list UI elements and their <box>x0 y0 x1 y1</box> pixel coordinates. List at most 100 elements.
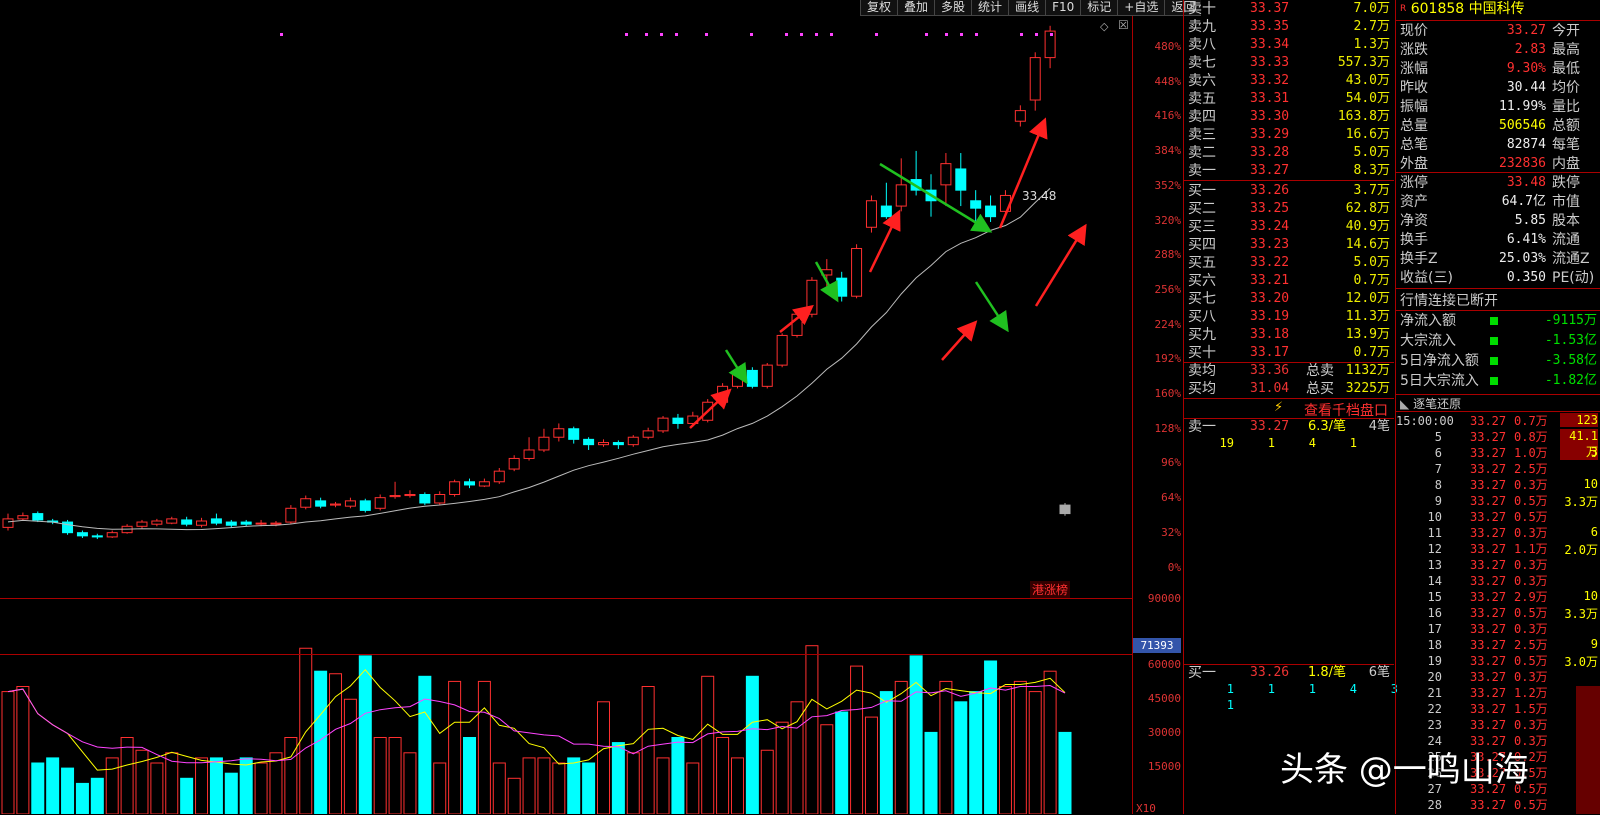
detail-per: 1.8/笔 <box>1308 665 1347 680</box>
quote-label: 现价 <box>1400 23 1428 39</box>
candle-body <box>851 247 863 297</box>
side-tag: 3.3万 <box>1564 495 1598 509</box>
order-row[interactable]: 买二 33.25 62.8万 <box>1184 200 1394 218</box>
signal-dot <box>815 33 818 36</box>
volume-bar <box>388 737 402 814</box>
order-row[interactable]: 买七 33.20 12.0万 <box>1184 290 1394 308</box>
order-volume: 13.9万 <box>1345 327 1390 342</box>
tick-row: 10 33.27 0.5万 <box>1396 509 1600 525</box>
order-row[interactable]: 卖三 33.29 16.6万 <box>1184 126 1394 144</box>
toolbar-button-7[interactable]: +自选 <box>1117 0 1165 16</box>
order-row[interactable]: 买八 33.19 11.3万 <box>1184 308 1394 326</box>
diamond-icon[interactable]: ◇ <box>1100 20 1108 33</box>
order-price: 33.21 <box>1250 273 1290 288</box>
order-row[interactable]: 买六 33.21 0.7万 <box>1184 272 1394 290</box>
order-label: 买五 <box>1188 255 1216 271</box>
volume-bar <box>477 680 491 814</box>
flow-label: 5日净流入额 <box>1400 353 1479 369</box>
signal-dots <box>280 33 1053 36</box>
chevron-down-icon[interactable]: ◣ <box>1400 397 1409 411</box>
toolbar-button-3[interactable]: 统计 <box>971 0 1009 16</box>
order-row[interactable]: 卖四 33.30 163.8万 <box>1184 108 1394 126</box>
volume-bar <box>879 691 893 814</box>
flow-row: 5日大宗流入 -1.82亿 <box>1396 372 1600 390</box>
tick-time: 15 <box>1427 590 1442 604</box>
kline-chart[interactable] <box>0 0 1132 600</box>
signal-dot <box>875 33 878 36</box>
volume-bar <box>522 757 536 814</box>
quote-label: 换手 <box>1400 232 1428 248</box>
quote-label-2: 最低 <box>1552 61 1580 77</box>
side-tag: 123 <box>1560 413 1598 427</box>
tick-price: 33.27 <box>1470 654 1507 668</box>
order-label: 卖五 <box>1188 91 1216 107</box>
volume-bar <box>537 757 551 814</box>
order-label: 买七 <box>1188 291 1216 307</box>
price-axis-label: 128% <box>1154 421 1182 435</box>
order-row[interactable]: 买十 33.17 0.7万 <box>1184 344 1394 362</box>
volume-bar <box>611 742 625 814</box>
quote-value: 506546 <box>1499 118 1546 133</box>
candle-body <box>612 442 624 446</box>
volume-chart[interactable] <box>0 604 1132 814</box>
tick-volume: 0.5万 <box>1514 654 1548 668</box>
order-price: 33.25 <box>1250 201 1290 216</box>
order-row[interactable]: 买五 33.22 5.0万 <box>1184 254 1394 272</box>
side-red-bar <box>1576 686 1600 814</box>
volume-bar <box>596 701 610 814</box>
order-label: 卖七 <box>1188 55 1216 71</box>
volume-bar <box>760 749 774 814</box>
toolbar-button-4[interactable]: 画线 <box>1008 0 1046 16</box>
tick-volume: 0.5万 <box>1514 494 1548 508</box>
toolbar-button-0[interactable]: 复权 <box>860 0 898 16</box>
tick-volume: 1.1万 <box>1514 542 1548 556</box>
order-row[interactable]: 买一 33.26 3.7万 <box>1184 182 1394 200</box>
thousand-orders-button[interactable]: 查看千档盘口 <box>1304 400 1388 420</box>
order-row[interactable]: 卖七 33.33 557.3万 <box>1184 54 1394 72</box>
signal-dot <box>1020 33 1023 36</box>
order-row[interactable]: 卖九 33.35 2.7万 <box>1184 18 1394 36</box>
order-row[interactable]: 卖十 33.37 7.0万 <box>1184 0 1394 18</box>
order-row[interactable]: 卖二 33.28 5.0万 <box>1184 144 1394 162</box>
detail-row: 卖一 33.27 6.3/笔 4笔 <box>1184 418 1394 436</box>
volume-bar <box>418 675 432 814</box>
candle-body <box>91 535 103 538</box>
toolbar-button-1[interactable]: 叠加 <box>897 0 935 16</box>
toolbar-button-2[interactable]: 多股 <box>934 0 972 16</box>
detail-label: 买一 <box>1188 665 1216 681</box>
delete-icon[interactable]: ☒ <box>1118 18 1129 32</box>
order-row[interactable]: 卖八 33.34 1.3万 <box>1184 36 1394 54</box>
quote-row: 总笔 82874 每笔 <box>1396 136 1600 154</box>
order-count: 1 <box>1349 436 1357 450</box>
toolbar-button-6[interactable]: 标记 <box>1080 0 1118 16</box>
order-price: 33.32 <box>1250 73 1290 88</box>
volume-bar <box>120 737 134 814</box>
candle-body <box>761 364 773 387</box>
order-label: 买九 <box>1188 327 1216 343</box>
order-price: 33.28 <box>1250 145 1290 160</box>
order-row[interactable]: 买三 33.24 40.9万 <box>1184 218 1394 236</box>
quote-label-2: 市值 <box>1552 194 1580 210</box>
order-price: 33.23 <box>1250 237 1290 252</box>
total-volume: 1132万 <box>1345 363 1390 378</box>
order-label: 买一 <box>1188 183 1216 199</box>
quote-label-2: 最高 <box>1552 42 1580 58</box>
order-row[interactable]: 卖五 33.31 54.0万 <box>1184 90 1394 108</box>
flow-label: 净流入额 <box>1400 313 1456 329</box>
candle-body <box>315 500 327 507</box>
volume-bar <box>492 762 506 814</box>
order-volume: 2.7万 <box>1353 19 1390 34</box>
signal-dot <box>925 33 928 36</box>
candle-body <box>597 442 609 446</box>
order-row[interactable]: 卖六 33.32 43.0万 <box>1184 72 1394 90</box>
flow-row: 大宗流入 -1.53亿 <box>1396 332 1600 350</box>
connection-status: 行情连接已断开 <box>1400 293 1498 309</box>
tick-volume: 0.3万 <box>1514 718 1548 732</box>
order-row[interactable]: 卖一 33.27 8.3万 <box>1184 162 1394 180</box>
toolbar-button-5[interactable]: F10 <box>1045 0 1081 16</box>
order-row[interactable]: 买九 33.18 13.9万 <box>1184 326 1394 344</box>
volume-bar <box>448 680 462 814</box>
candle-body <box>657 417 669 432</box>
kline-chart-area[interactable]: 33.48 港涨榜 <box>0 0 1160 814</box>
order-row[interactable]: 买四 33.23 14.6万 <box>1184 236 1394 254</box>
